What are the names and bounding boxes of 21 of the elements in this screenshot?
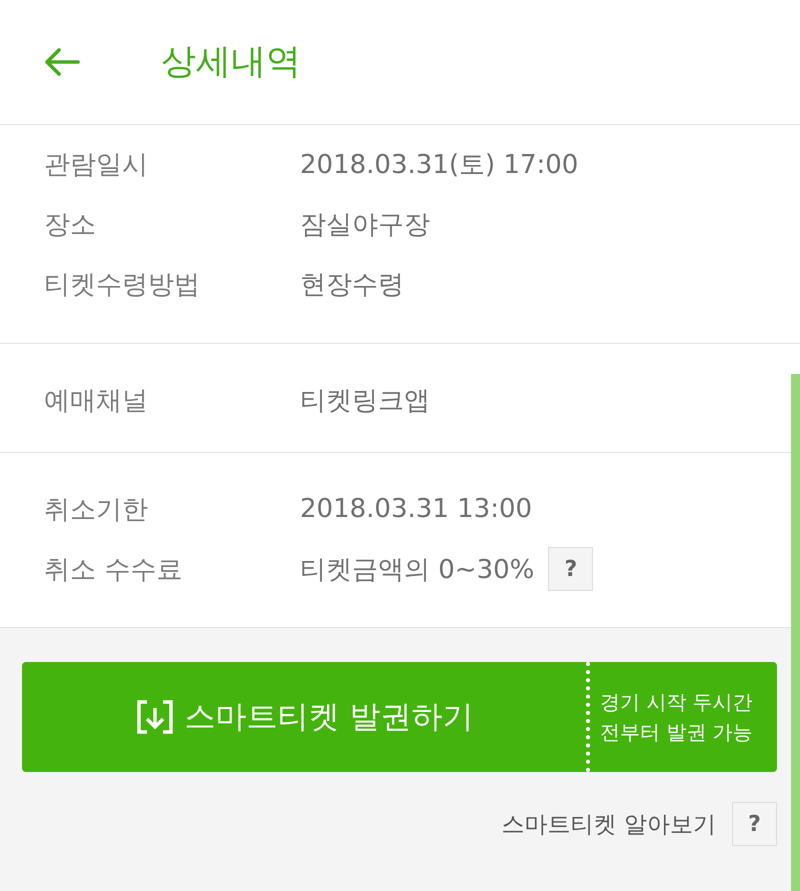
download-icon xyxy=(134,699,175,735)
field-label: 취소 수수료 xyxy=(44,554,182,584)
issue-ticket-button[interactable]: 스마트티켓 발권하기 경기 시작 두시간 전부터 발권 가능 xyxy=(22,662,777,772)
issue-button-label: 스마트티켓 발권하기 xyxy=(184,698,474,737)
field-label: 예매채널 xyxy=(44,386,148,416)
field-value: 2018.03.31 13:00 xyxy=(300,494,532,524)
field-label: 티켓수령방법 xyxy=(44,270,200,300)
field-value: 티켓링크앱 xyxy=(300,384,430,418)
page-title: 상세내역 xyxy=(161,44,301,80)
field-label: 취소기한 xyxy=(44,494,148,524)
back-arrow-icon xyxy=(44,47,80,77)
field-value: 현장수령 xyxy=(300,268,404,302)
help-button[interactable]: ? xyxy=(548,547,594,591)
field-value: 티켓금액의 0~30% xyxy=(300,554,534,586)
issue-time-note: 경기 시작 두시간 전부터 발권 가능 xyxy=(586,662,777,772)
smart-ticket-info-link[interactable]: 스마트티켓 알아보기 xyxy=(502,808,716,840)
field-label: 장소 xyxy=(44,210,96,240)
field-value: 2018.03.31(토) 17:00 xyxy=(300,148,578,182)
help-button[interactable]: ? xyxy=(732,802,777,846)
field-value: 잠실야구장 xyxy=(300,208,430,242)
field-label: 관람일시 xyxy=(44,150,148,180)
